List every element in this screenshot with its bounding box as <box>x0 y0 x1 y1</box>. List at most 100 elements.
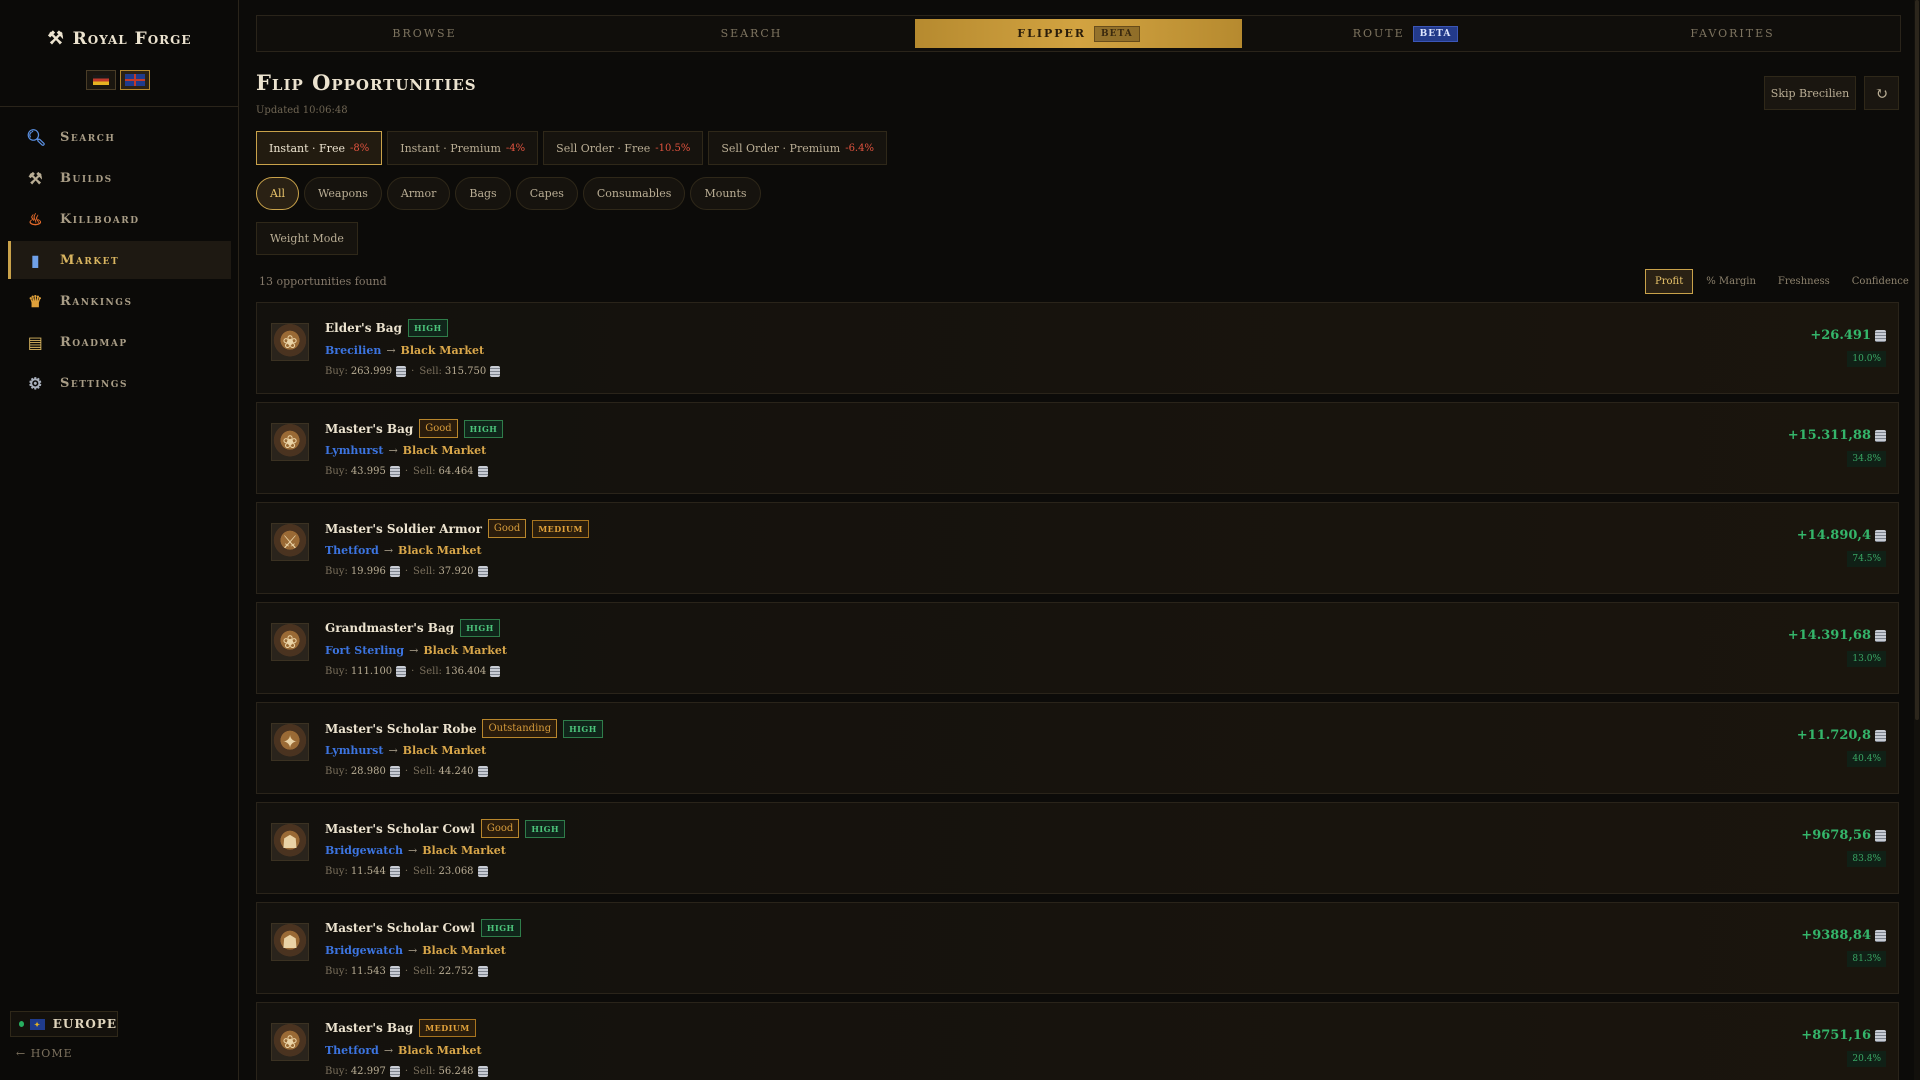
route-from-city[interactable]: Fort Sterling <box>325 644 404 657</box>
tab-flipper[interactable]: FLIPPER BETA <box>915 19 1242 48</box>
category-weapons[interactable]: Weapons <box>303 177 382 210</box>
opportunity-card[interactable]: ✦ Master's Scholar Robe Outstanding HIGH L… <box>256 702 1899 794</box>
trophy-icon: ♛ <box>28 291 44 311</box>
weight-mode-toggle[interactable]: Weight Mode <box>256 222 358 255</box>
route-arrow-icon: → <box>409 644 419 657</box>
confidence-badge: HIGH <box>463 419 504 438</box>
mode-sell-order-free[interactable]: Sell Order · Free -10.5% <box>543 131 704 165</box>
margin-percent: 10.0% <box>1847 351 1886 367</box>
profit-value: +15.311,88 <box>1787 428 1871 443</box>
updated-timestamp: Updated 10:06:48 <box>256 105 348 116</box>
sidebar-item-builds[interactable]: ⚒ Builds <box>8 159 231 197</box>
sidebar-item-settings[interactable]: ⚙ Settings <box>8 364 231 402</box>
category-consumables[interactable]: Consumables <box>582 177 686 210</box>
sidebar-item-label: Killboard <box>60 211 140 227</box>
sidebar-item-killboard[interactable]: ♨ Killboard <box>8 200 231 238</box>
sell-label: Sell: <box>413 1066 436 1077</box>
sidebar-item-rankings[interactable]: ♛ Rankings <box>8 282 231 320</box>
sidebar-item-market[interactable]: ▮ Market <box>8 241 231 279</box>
sort-freshness[interactable]: Freshness <box>1769 269 1839 294</box>
price-separator: · <box>404 1066 408 1077</box>
mode-sell-order-premium[interactable]: Sell Order · Premium -6.4% <box>708 131 887 165</box>
sort-profit[interactable]: Profit <box>1645 269 1694 294</box>
opportunity-card[interactable]: ☗ Master's Scholar Cowl HIGH Bridgewatch →… <box>256 902 1899 994</box>
trade-route: Lymhurst → Black Market <box>325 444 486 457</box>
category-mounts[interactable]: Mounts <box>690 177 761 210</box>
silver-coin-icon <box>389 566 400 577</box>
item-name: Master's Bag <box>325 421 414 436</box>
language-switcher <box>86 70 150 90</box>
item-name: Master's Bag <box>325 1021 414 1035</box>
route-arrow-icon: → <box>388 444 398 457</box>
route-from-city[interactable]: Lymhurst <box>325 444 383 457</box>
route-arrow-icon: → <box>386 344 396 357</box>
quality-badge: Outstanding <box>482 719 558 738</box>
sort-margin[interactable]: % Margin <box>1697 269 1765 294</box>
region-selector[interactable]: ✦ EUROPE <box>10 1011 118 1037</box>
flag-german-button[interactable] <box>86 70 116 90</box>
refresh-button[interactable]: ↻ <box>1864 76 1899 110</box>
trade-route: Bridgewatch → Black Market <box>325 944 506 957</box>
mode-instant-free[interactable]: Instant · Free -8% <box>256 131 383 165</box>
sidebar-item-search[interactable]: 🔍︎ Search <box>8 118 231 156</box>
margin-percent: 81.3% <box>1847 951 1886 967</box>
opportunity-card[interactable]: ❀ Grandmaster's Bag HIGH Fort Sterling → Bl… <box>256 602 1899 694</box>
price-separator: · <box>411 666 415 677</box>
online-status-dot <box>19 1021 25 1027</box>
brand-logo[interactable]: ⚒ Royal Forge <box>0 28 239 49</box>
sell-label: Sell: <box>419 666 442 677</box>
tax-percent: -6.4% <box>845 142 874 154</box>
profit-value: +9678,56 <box>1801 828 1871 843</box>
region-label: EUROPE <box>52 1017 117 1031</box>
item-title-row: Grandmaster's Bag HIGH <box>325 619 500 637</box>
scrollbar-thumb[interactable] <box>1915 0 1919 720</box>
sidebar-item-label: Settings <box>60 375 128 391</box>
buy-label: Buy: <box>325 466 348 477</box>
opportunity-card[interactable]: ☗ Master's Scholar Cowl Good HIGH Bridgewa… <box>256 802 1899 894</box>
sidebar-item-roadmap[interactable]: ▤ Roadmap <box>8 323 231 361</box>
route-from-city[interactable]: Thetford <box>325 1044 379 1057</box>
opportunity-card[interactable]: ❀ Elder's Bag HIGH Brecilien → Black Market… <box>256 302 1899 394</box>
skip-brecilien-button[interactable]: Skip Brecilien <box>1764 76 1856 110</box>
profit-amount: +14.391,68 <box>1788 628 1886 643</box>
sell-price: 64.464 <box>438 466 474 477</box>
route-from-city[interactable]: Bridgewatch <box>325 944 403 957</box>
page-scrollbar[interactable] <box>1914 0 1920 1080</box>
price-separator: · <box>404 966 408 977</box>
tab-favorites[interactable]: FAVORITES <box>1569 19 1896 48</box>
sort-confidence[interactable]: Confidence <box>1843 269 1918 294</box>
route-to-market: Black Market <box>400 344 485 357</box>
item-glyph-icon: ❀ <box>282 431 298 453</box>
mode-instant-premium[interactable]: Instant · Premium -4% <box>387 131 539 165</box>
category-bags[interactable]: Bags <box>455 177 511 210</box>
sell-price: 136.404 <box>444 666 487 677</box>
sort-options: Profit % Margin Freshness Confidence <box>1645 269 1918 294</box>
price-row: Buy: 43.995 · Sell: 64.464 <box>325 466 488 477</box>
opportunity-card[interactable]: ❀ Master's Bag Good HIGH Lymhurst → Black Ma… <box>256 402 1899 494</box>
category-all[interactable]: All <box>256 177 299 210</box>
tab-browse[interactable]: BROWSE <box>261 19 588 48</box>
route-to-market: Black Market <box>398 1044 482 1057</box>
margin-percent: 74.5% <box>1847 551 1886 567</box>
opportunity-card[interactable]: ⚔ Master's Soldier Armor Good MEDIUM Thetf… <box>256 502 1899 594</box>
route-from-city[interactable]: Brecilien <box>325 344 381 357</box>
home-link[interactable]: ← HOME <box>16 1047 73 1060</box>
category-capes[interactable]: Capes <box>515 177 578 210</box>
item-name: Master's Soldier Armor <box>325 521 482 536</box>
margin-percent: 40.4% <box>1847 751 1886 767</box>
price-separator: · <box>404 466 408 477</box>
item-name: Grandmaster's Bag <box>325 621 455 635</box>
route-from-city[interactable]: Thetford <box>325 544 379 557</box>
tab-route[interactable]: ROUTE BETA <box>1242 19 1569 48</box>
flag-english-button[interactable] <box>120 70 150 90</box>
route-from-city[interactable]: Bridgewatch <box>325 844 403 857</box>
category-armor[interactable]: Armor <box>386 177 451 210</box>
route-from-city[interactable]: Lymhurst <box>325 744 383 757</box>
tax-percent: -10.5% <box>655 142 691 154</box>
silver-coin-icon <box>389 866 400 877</box>
silver-coin-icon <box>1875 329 1886 342</box>
profit-amount: +9388,84 <box>1801 928 1886 943</box>
tab-search[interactable]: SEARCH <box>588 19 915 48</box>
profit-amount: +15.311,88 <box>1788 428 1886 443</box>
opportunity-card[interactable]: ❀ Master's Bag MEDIUM Thetford → Black Mark… <box>256 1002 1899 1080</box>
